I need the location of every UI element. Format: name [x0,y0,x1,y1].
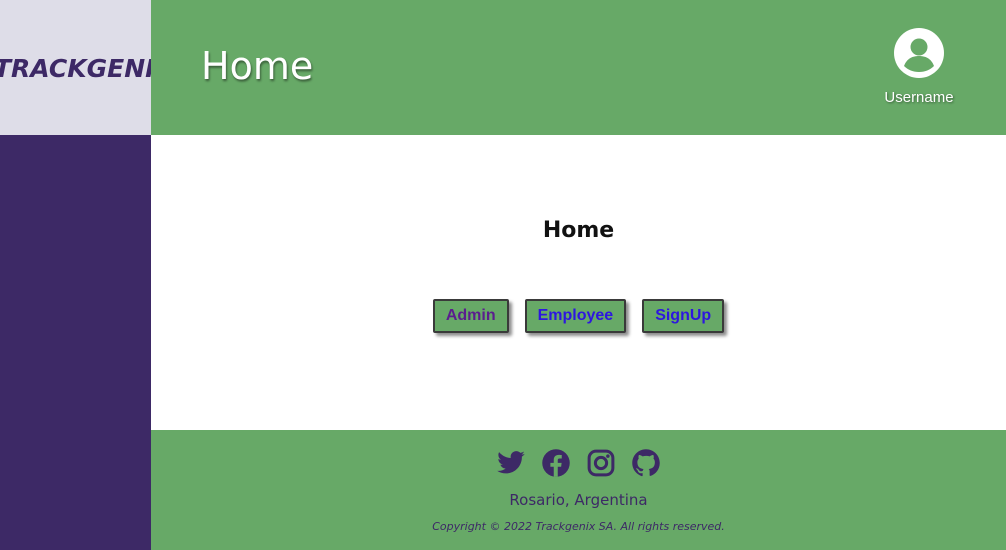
instagram-icon[interactable] [586,448,616,478]
nav-button-row: Admin Employee SignUp [151,299,1006,333]
employee-button[interactable]: Employee [524,299,627,333]
main-heading: Home [542,218,615,243]
footer: Rosario, Argentina Copyright © 2022 Trac… [151,430,1006,550]
page-title: Home [201,44,314,88]
username-label: Username [884,89,954,106]
twitter-icon[interactable] [496,448,526,478]
facebook-icon[interactable] [541,448,571,478]
footer-location: Rosario, Argentina [509,491,648,509]
github-icon[interactable] [631,448,661,478]
signup-button[interactable]: SignUp [642,299,725,333]
social-links [151,448,1006,478]
user-menu[interactable]: Username [884,28,954,106]
main-content: Home Admin Employee SignUp [151,135,1006,430]
header: Home Username [151,0,1006,135]
logo-area: TRACKGENIX [0,0,151,135]
logo: TRACKGENIX [0,54,151,83]
sidebar [0,135,151,550]
user-circle-icon [894,28,944,78]
admin-button[interactable]: Admin [432,299,509,333]
footer-copyright: Copyright © 2022 Trackgenix SA. All righ… [432,520,725,533]
